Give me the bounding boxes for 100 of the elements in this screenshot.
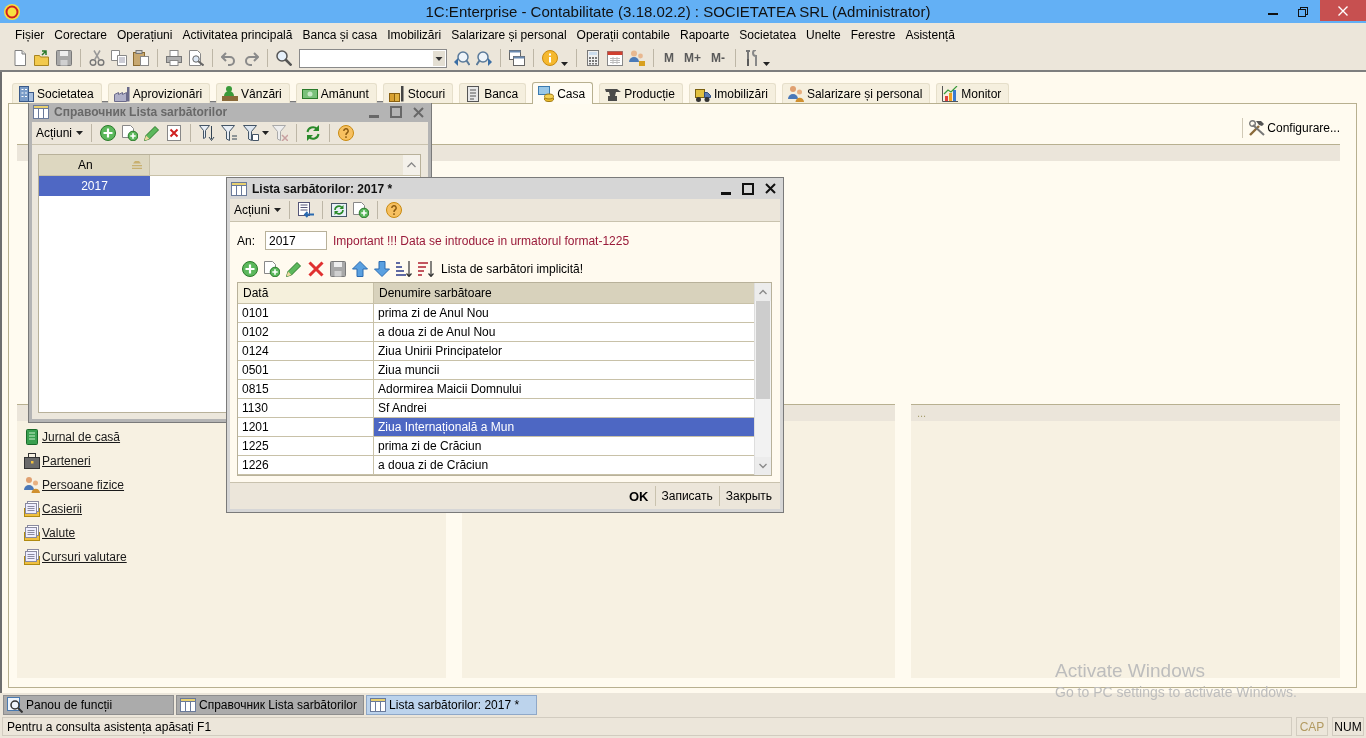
table-cell[interactable]: prima zi de Anul Nou xyxy=(374,304,754,322)
sort-descending-icon[interactable] xyxy=(418,261,434,277)
link[interactable]: Jurnal de casă xyxy=(24,429,121,445)
restore-icon[interactable] xyxy=(1298,6,1308,17)
scrollbar[interactable] xyxy=(754,283,771,475)
taskbar-item[interactable]: Справочник Lista sarbătorilor xyxy=(176,695,365,715)
link[interactable]: Cursuri valutare xyxy=(24,549,127,565)
menu-item[interactable]: Operații contabile xyxy=(571,25,675,44)
column-header[interactable]: An xyxy=(39,155,150,175)
help-icon[interactable] xyxy=(386,202,403,218)
memory-button[interactable]: M- xyxy=(707,51,729,65)
link[interactable]: Casierii xyxy=(24,501,82,517)
funnel-list-icon[interactable] xyxy=(199,125,216,141)
dialog-button[interactable]: Записать xyxy=(654,486,719,506)
users-icon[interactable] xyxy=(629,50,645,66)
memory-button[interactable]: M xyxy=(660,51,678,65)
find-next-icon[interactable] xyxy=(454,50,470,66)
menu-item[interactable]: Fișier xyxy=(10,25,50,44)
menu-item[interactable]: Rapoarte xyxy=(675,25,735,44)
add-icon[interactable] xyxy=(100,125,117,141)
add-icon[interactable] xyxy=(242,261,258,277)
caret-icon[interactable] xyxy=(262,131,270,135)
tab[interactable]: Salarizare și personal xyxy=(781,83,931,103)
add-copy-icon[interactable] xyxy=(264,261,280,277)
list-arrow-icon[interactable] xyxy=(298,202,315,218)
table-cell[interactable]: Ziua Internațională a Mun xyxy=(374,418,754,436)
scroll-down-icon[interactable] xyxy=(755,457,771,475)
search-icon[interactable] xyxy=(276,50,292,66)
close-icon[interactable] xyxy=(765,183,776,194)
delete-icon[interactable] xyxy=(308,261,324,277)
add-copy-icon[interactable] xyxy=(122,125,139,141)
arrow-down-icon[interactable] xyxy=(374,261,390,277)
menu-item[interactable]: Banca și casa xyxy=(297,25,383,44)
sort-ascending-icon[interactable] xyxy=(396,261,412,277)
menu-item[interactable]: Operațiuni xyxy=(112,25,178,44)
new-document-icon[interactable] xyxy=(12,50,28,66)
scrollbar-thumb[interactable] xyxy=(756,301,770,399)
actions-menu-button[interactable]: Acțiuni xyxy=(231,203,285,217)
dialog-button[interactable]: Закрыть xyxy=(718,486,778,506)
menu-item[interactable]: Unelte xyxy=(801,25,846,44)
delete-icon[interactable] xyxy=(166,125,183,141)
scroll-up-icon[interactable] xyxy=(755,283,771,301)
scroll-up-icon[interactable] xyxy=(403,155,420,175)
print-preview-icon[interactable] xyxy=(188,50,204,66)
windows-icon[interactable] xyxy=(509,50,525,66)
table-cell[interactable]: 0101 xyxy=(238,304,374,322)
tab[interactable]: Monitor xyxy=(936,83,1010,103)
table-cell[interactable]: 0815 xyxy=(238,380,374,398)
table-cell[interactable]: 0124 xyxy=(238,342,374,360)
table-cell[interactable]: 1130 xyxy=(238,399,374,417)
menu-item[interactable]: Imobilizări xyxy=(382,25,447,44)
help-icon[interactable] xyxy=(338,125,355,141)
refresh-icon[interactable] xyxy=(305,125,322,141)
menu-item[interactable]: Corectare xyxy=(49,25,113,44)
copy-icon[interactable] xyxy=(111,50,127,66)
tab[interactable]: Aprovizionări xyxy=(107,83,211,103)
caret-icon[interactable] xyxy=(561,62,568,66)
taskbar-item[interactable]: Panou de funcții xyxy=(3,695,174,715)
link[interactable]: Persoane fizice xyxy=(24,477,125,493)
print-icon[interactable] xyxy=(166,50,182,66)
tools-icon[interactable] xyxy=(744,50,760,66)
caret-icon[interactable] xyxy=(763,62,770,66)
year-input[interactable]: 2017 xyxy=(265,231,327,250)
tab[interactable]: Banca xyxy=(459,83,527,103)
configure-button[interactable]: Configurare... xyxy=(1242,118,1340,138)
minimize-icon[interactable] xyxy=(1268,12,1278,15)
menu-item[interactable]: Societatea xyxy=(734,25,802,44)
find-previous-icon[interactable] xyxy=(476,50,492,66)
table-cell[interactable]: Adormirea Maicii Domnului xyxy=(374,380,754,398)
add-copy-icon[interactable] xyxy=(353,202,370,218)
table-cell[interactable]: 0102 xyxy=(238,323,374,341)
open-folder-icon[interactable] xyxy=(34,50,50,66)
table-cell[interactable]: 2017 xyxy=(39,176,150,196)
save-icon[interactable] xyxy=(56,50,72,66)
logo-icon[interactable] xyxy=(4,3,20,20)
menu-item[interactable]: Ferestre xyxy=(845,25,901,44)
table-cell[interactable]: Sf Andrei xyxy=(374,399,754,417)
dialog-button[interactable]: OK xyxy=(623,486,655,506)
table-cell[interactable]: Ziua Unirii Principatelor xyxy=(374,342,754,360)
table-cell[interactable]: 1225 xyxy=(238,437,374,455)
undo-icon[interactable] xyxy=(221,50,237,66)
column-header[interactable]: Dată xyxy=(238,283,374,303)
table-cell[interactable]: Ziua muncii xyxy=(374,361,754,379)
menu-item[interactable]: Asistență xyxy=(900,25,960,44)
menu-item[interactable]: Salarizare și personal xyxy=(446,25,572,44)
save-icon[interactable] xyxy=(330,261,346,277)
table-cell[interactable]: 1226 xyxy=(238,456,374,474)
tab[interactable]: Imobilizări xyxy=(688,83,776,103)
redo-icon[interactable] xyxy=(243,50,259,66)
arrow-up-icon[interactable] xyxy=(352,261,368,277)
funnel-icon[interactable] xyxy=(243,125,260,141)
default-list-button[interactable]: Lista de sarbători implicită! xyxy=(439,262,586,276)
calendar-icon[interactable] xyxy=(607,50,623,66)
table-cell[interactable]: a doua zi de Crăciun xyxy=(374,456,754,474)
tab[interactable]: Casa xyxy=(532,82,594,104)
memory-button[interactable]: M+ xyxy=(680,51,705,65)
table-cell[interactable]: a doua zi de Anul Nou xyxy=(374,323,754,341)
tab[interactable]: Vânzări xyxy=(216,83,290,103)
cut-icon[interactable] xyxy=(89,50,105,66)
tab[interactable]: Producție xyxy=(599,83,683,103)
